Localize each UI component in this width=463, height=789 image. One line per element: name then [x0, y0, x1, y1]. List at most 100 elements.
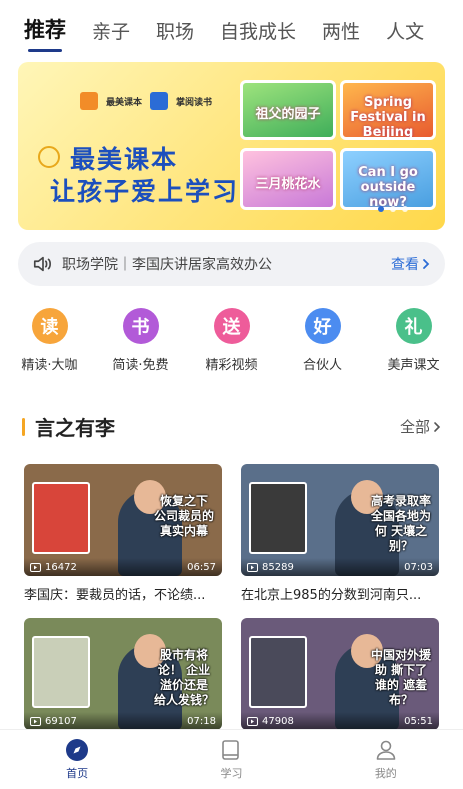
- textbook-logo-icon: [80, 92, 98, 110]
- video-duration: 06:57: [187, 561, 216, 573]
- gift-badge-icon: 送: [213, 308, 250, 344]
- announcement-view-label: 查看: [391, 257, 419, 273]
- video-meta: 16472 06:57: [24, 558, 222, 576]
- banner-card-4-label: Can I go outside now?: [358, 165, 418, 210]
- quick-link-brief-read[interactable]: 书 简读·免费: [97, 308, 185, 373]
- video-title[interactable]: 在北京上985的分数到河南只...: [241, 584, 439, 603]
- quick-link-intensive-read[interactable]: 读 精读·大咖: [6, 308, 94, 373]
- category-tabs: 推荐 亲子 职场 自我成长 两性 人文: [0, 0, 463, 56]
- bottom-navigation: 首页 学习 我的: [0, 729, 463, 789]
- banner-title-line1: 最美课本: [70, 145, 179, 174]
- video-thumbnail[interactable]: 股市有将论！ 企业溢价还是 给人发钱？ 69107 07:18: [24, 618, 222, 730]
- video-meta: 47908 05:51: [241, 712, 439, 730]
- banner-card-4: Can I go outside now?: [340, 148, 436, 210]
- banner-title-line2: 让孩子爱上学习: [50, 177, 240, 206]
- tab-workplace[interactable]: 职场: [156, 17, 194, 56]
- video-thumbnail[interactable]: 中国对外援助 撕下了谁的 遮羞布？ 47908 05:51: [241, 618, 439, 730]
- present-badge-icon: 礼: [395, 308, 432, 344]
- banner-dot: [378, 206, 384, 212]
- video-card[interactable]: 高考录取率 全国各地为何 天壤之别？ 85289 07:03 在北京上985的分…: [241, 464, 439, 603]
- video-duration: 05:51: [404, 715, 433, 727]
- play-icon: [30, 562, 41, 572]
- tab-humanities[interactable]: 人文: [386, 17, 424, 56]
- section-header: 言之有李 全部: [22, 412, 442, 441]
- video-card[interactable]: 恢复之下 公司裁员的 真实内幕 16472 06:57 李国庆：要裁员的话，不论…: [24, 464, 222, 603]
- video-caption: 恢复之下 公司裁员的 真实内幕: [153, 494, 214, 538]
- quick-link-label: 合伙人: [302, 358, 342, 373]
- promo-banner[interactable]: 最美课本 掌阅读书 最美课本 让孩子爱上学习 祖父的园子 Spring Fest…: [18, 62, 445, 230]
- book-icon: [222, 740, 240, 760]
- video-meta: 85289 07:03: [241, 558, 439, 576]
- video-thumbnail[interactable]: 高考录取率 全国各地为何 天壤之别？ 85289 07:03: [241, 464, 439, 576]
- banner-card-1-label: 祖父的园子: [255, 107, 321, 122]
- video-views: 47908: [247, 716, 294, 727]
- video-duration: 07:03: [404, 561, 433, 573]
- tab-relationships[interactable]: 两性: [322, 17, 360, 56]
- section-title: 言之有李: [22, 412, 115, 441]
- banner-dot: [402, 206, 408, 212]
- banner-logo-left: 最美课本: [106, 97, 143, 108]
- play-icon: [30, 716, 41, 726]
- user-icon: [376, 740, 396, 760]
- video-view-count: 47908: [262, 715, 294, 727]
- thumbnail-inset: [32, 482, 90, 554]
- tab-self-growth[interactable]: 自我成长: [220, 17, 296, 56]
- video-card[interactable]: 股市有将论！ 企业溢价还是 给人发钱？ 69107 07:18: [24, 618, 222, 730]
- nav-profile-label: 我的: [374, 767, 397, 780]
- banner-logos: 最美课本 掌阅读书: [80, 92, 212, 110]
- section-view-all-label: 全部: [399, 418, 430, 436]
- banner-dot: [390, 206, 396, 212]
- thumbnail-inset: [32, 636, 90, 708]
- video-view-count: 16472: [45, 561, 77, 573]
- quick-link-label: 精彩视频: [205, 358, 258, 373]
- nav-study[interactable]: 学习: [191, 738, 271, 781]
- nav-profile[interactable]: 我的: [346, 738, 426, 781]
- compass-icon: [66, 739, 89, 761]
- quick-link-videos[interactable]: 送 精彩视频: [188, 308, 276, 373]
- quick-links: 读 精读·大咖 书 简读·免费 送 精彩视频 好 合伙人 礼 美声课文: [0, 308, 463, 373]
- banner-card-3: 三月桃花水: [240, 148, 336, 210]
- book-logo-icon: [150, 92, 169, 110]
- quick-link-recitation[interactable]: 礼 美声课文: [370, 308, 458, 373]
- nav-home-label: 首页: [66, 767, 89, 780]
- announcement-text: 职场学院｜李国庆讲居家高效办公: [62, 257, 272, 273]
- video-caption: 股市有将论！ 企业溢价还是 给人发钱？: [153, 648, 214, 707]
- good-badge-icon: 好: [304, 308, 341, 344]
- video-caption: 高考录取率 全国各地为何 天壤之别？: [370, 494, 431, 553]
- globe-icon: [38, 146, 60, 168]
- video-view-count: 69107: [45, 715, 77, 727]
- video-views: 16472: [30, 562, 77, 573]
- tab-parenting[interactable]: 亲子: [92, 17, 130, 56]
- banner-card-2-label: Spring Festival in Beijing: [350, 95, 426, 140]
- video-caption: 中国对外援助 撕下了谁的 遮羞布？: [370, 648, 431, 707]
- banner-card-3-label: 三月桃花水: [255, 177, 321, 192]
- read-badge-icon: 读: [31, 308, 68, 344]
- video-card[interactable]: 中国对外援助 撕下了谁的 遮羞布？ 47908 05:51: [241, 618, 439, 730]
- video-duration: 07:18: [187, 715, 216, 727]
- chevron-right-icon: [434, 421, 441, 432]
- video-views: 69107: [30, 716, 77, 727]
- announcement-bar[interactable]: 职场学院｜李国庆讲居家高效办公 查看: [18, 242, 445, 286]
- play-icon: [247, 716, 258, 726]
- video-meta: 69107 07:18: [24, 712, 222, 730]
- announcement-view-link[interactable]: 查看: [391, 254, 431, 274]
- quick-link-label: 美声课文: [387, 358, 440, 373]
- quick-link-partner[interactable]: 好 合伙人: [279, 308, 367, 373]
- play-icon: [247, 562, 258, 572]
- thumbnail-inset: [249, 636, 307, 708]
- banner-logo-right: 掌阅读书: [176, 97, 213, 108]
- banner-card-2: Spring Festival in Beijing: [340, 80, 436, 140]
- speaker-icon: [33, 256, 51, 272]
- banner-pagination: [378, 206, 408, 212]
- video-views: 85289: [247, 562, 294, 573]
- tab-recommend[interactable]: 推荐: [24, 14, 66, 56]
- section-view-all[interactable]: 全部: [400, 416, 442, 437]
- video-thumbnail[interactable]: 恢复之下 公司裁员的 真实内幕 16472 06:57: [24, 464, 222, 576]
- nav-study-label: 学习: [220, 767, 243, 780]
- banner-card-1: 祖父的园子: [240, 80, 336, 140]
- quick-link-label: 简读·免费: [112, 358, 169, 373]
- book-badge-icon: 书: [122, 308, 159, 344]
- nav-home[interactable]: 首页: [37, 738, 117, 781]
- video-title[interactable]: 李国庆：要裁员的话，不论绩...: [24, 584, 222, 603]
- thumbnail-inset: [249, 482, 307, 554]
